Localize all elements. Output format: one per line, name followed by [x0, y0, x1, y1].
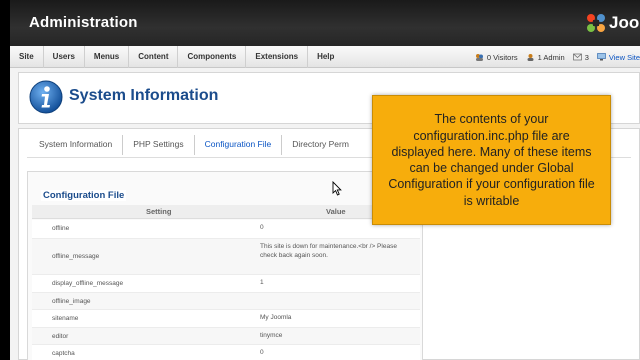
- tab-php-settings[interactable]: PHP Settings: [123, 135, 195, 155]
- value-cell: tinymce: [260, 332, 283, 339]
- admin-status: 1 Admin: [526, 53, 565, 62]
- setting-cell: display_offline_message: [52, 280, 124, 287]
- joomla-logo[interactable]: Joo: [585, 12, 640, 36]
- config-table-header: Setting Value: [32, 205, 420, 219]
- tutorial-callout: The contents of your configuration.inc.p…: [372, 95, 611, 225]
- menu-item-site[interactable]: Site: [10, 46, 44, 68]
- admin-icon: [527, 53, 534, 61]
- value-cell: This site is down for maintenance.<br />…: [260, 243, 397, 260]
- visitors-icon: [475, 53, 483, 61]
- tab-system-information[interactable]: System Information: [29, 135, 124, 155]
- status-bar: 0 Visitors 1 Admin 3 View Site: [467, 46, 640, 68]
- admin-count: 1 Admin: [537, 52, 565, 62]
- setting-cell: offline_message: [52, 253, 100, 260]
- setting-cell: offline_image: [52, 298, 91, 305]
- menu-item-menus[interactable]: Menus: [85, 46, 130, 68]
- visitors-count: 0 Visitors: [486, 52, 518, 62]
- logo-text: Joo: [609, 13, 640, 32]
- setting-cell: captcha: [52, 350, 75, 357]
- admin-window: Administration Joo Site Users Menus Content…: [10, 0, 640, 360]
- menu-item-extensions[interactable]: Extensions: [246, 46, 309, 68]
- value-cell: 1: [260, 279, 264, 286]
- admin-header: Administration Joo: [10, 0, 640, 46]
- monitor-icon: [597, 53, 606, 61]
- menu-item-help[interactable]: Help: [308, 46, 343, 68]
- tab-directory-perm[interactable]: Directory Perm: [282, 135, 359, 155]
- table-row: offline 0: [32, 220, 420, 239]
- setting-cell: sitename: [52, 315, 79, 322]
- setting-column-header: Setting: [146, 207, 172, 216]
- value-column-header: Value: [326, 207, 346, 216]
- callout-text: The contents of your configuration.inc.p…: [388, 112, 595, 208]
- table-row: offline_image: [32, 293, 420, 310]
- page-title: System Information: [69, 87, 219, 104]
- menu-bar: Site Users Menus Content Components Extension…: [10, 46, 640, 68]
- joomla-logo-icon: [587, 14, 605, 32]
- view-site-link[interactable]: View Site: [597, 53, 640, 62]
- menu-item-components[interactable]: Components: [178, 46, 247, 68]
- value-cell: 0: [260, 349, 264, 356]
- table-row: display_offline_message 1: [32, 275, 420, 293]
- setting-cell: editor: [52, 333, 69, 340]
- messages-count: 3: [584, 52, 589, 62]
- tab-strip: System Information PHP Settings Configurat…: [29, 135, 359, 155]
- visitors-status: 0 Visitors: [475, 53, 518, 62]
- header-title: Administration: [29, 14, 138, 31]
- mail-icon: [572, 53, 582, 61]
- view-site-label: View Site: [608, 52, 640, 62]
- setting-cell: offline: [52, 225, 70, 232]
- value-cell: My Joomla: [260, 314, 292, 321]
- table-row: sitename My Joomla: [32, 310, 420, 328]
- tab-configuration-file[interactable]: Configuration File: [195, 135, 283, 155]
- config-legend: Configuration File: [41, 190, 127, 201]
- table-row: captcha 0: [32, 345, 420, 360]
- info-icon: [29, 80, 63, 114]
- menu-item-users[interactable]: Users: [44, 46, 85, 68]
- menu-item-content[interactable]: Content: [129, 46, 179, 68]
- mouse-cursor-icon: [332, 181, 342, 196]
- messages-status[interactable]: 3: [572, 52, 589, 62]
- table-row: editor tinymce: [32, 328, 420, 345]
- table-row: offline_message This site is down for mai…: [32, 239, 420, 275]
- main-menu: Site Users Menus Content Components Extension…: [10, 46, 343, 68]
